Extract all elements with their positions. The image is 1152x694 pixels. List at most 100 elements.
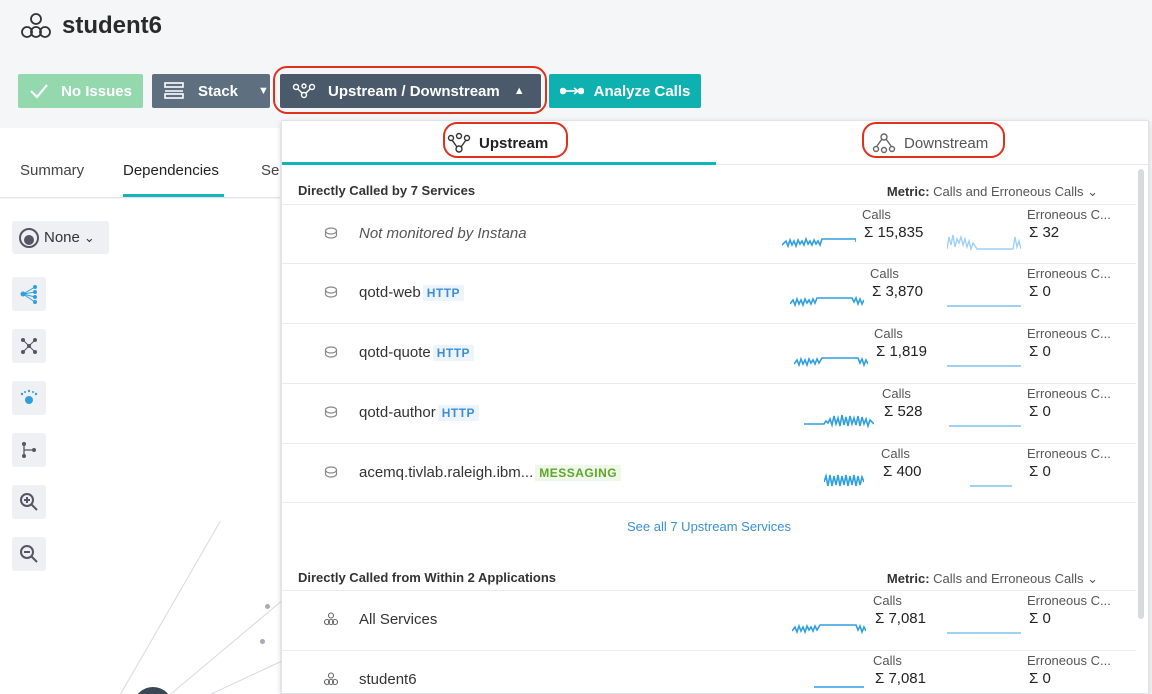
calls-label: Calls (881, 446, 910, 461)
errors-sparkline (970, 485, 1012, 487)
analyze-calls-label: Analyze Calls (593, 82, 691, 100)
caret-down-icon: ▼ (258, 85, 269, 97)
calls-sparkline (782, 236, 856, 249)
page-title: student6 (20, 12, 162, 40)
graph-edge (120, 520, 221, 694)
highlight-ring (443, 122, 568, 158)
active-tab-indicator (123, 194, 224, 197)
service-name[interactable]: qotd-quote HTTP (359, 344, 475, 361)
errors-sparkline (947, 234, 1021, 251)
service-row[interactable]: qotd-quote HTTP Calls Σ 1,819 Erroneous C… (282, 323, 1136, 383)
application-icon (324, 612, 338, 626)
errors-label: Erroneous C... (1027, 653, 1111, 668)
zoom-in-button[interactable] (12, 485, 46, 519)
calls-value: Σ 528 (884, 403, 923, 420)
zoom-out-icon (20, 545, 38, 563)
service-row[interactable]: acemq.tivlab.raleigh.ibm... MESSAGING Cal… (282, 443, 1136, 503)
focus-button[interactable] (12, 381, 46, 415)
graph-edge (170, 591, 294, 694)
errors-sparkline (947, 632, 1021, 634)
service-name-text: qotd-web (359, 284, 421, 301)
protocol-badge: HTTP (422, 285, 465, 301)
highlight-ring (273, 66, 547, 114)
chevron-down-icon: ⌄ (1087, 184, 1098, 199)
hierarchy-button[interactable] (12, 433, 46, 467)
calls-label: Calls (874, 326, 903, 341)
metric-selector-applications[interactable]: Metric: Calls and Erroneous Calls ⌄ (887, 571, 1098, 587)
service-name[interactable]: acemq.tivlab.raleigh.ibm... MESSAGING (359, 464, 622, 481)
metric-label: Metric: (886, 184, 930, 199)
metric-value: Calls and Erroneous Calls (933, 571, 1084, 586)
service-row[interactable]: qotd-author HTTP Calls Σ 528 Erroneous C.… (282, 383, 1136, 443)
stack-label: Stack (198, 82, 239, 100)
calls-label: Calls (873, 653, 902, 668)
active-tab-indicator (282, 162, 716, 165)
calls-label: Calls (873, 593, 902, 608)
header: student6 No Issues Stack ▼ Upstream / Do… (0, 0, 1152, 128)
protocol-badge: MESSAGING (535, 465, 622, 481)
layout-radial-button[interactable] (12, 277, 46, 311)
stack-icon (164, 82, 184, 99)
service-row[interactable]: qotd-web HTTP Calls Σ 3,870 Erroneous C..… (282, 263, 1136, 323)
protocol-badge: HTTP (437, 405, 480, 421)
see-all-upstream-link[interactable]: See all 7 Upstream Services (282, 519, 1136, 534)
application-row[interactable]: student6 Calls Σ 7,081 Erroneous C... Σ … (282, 650, 1136, 693)
tab-summary[interactable]: Summary (20, 162, 84, 179)
calls-label: Calls (870, 266, 899, 281)
errors-value: Σ 0 (1029, 463, 1051, 480)
metric-label: Metric: (886, 571, 930, 586)
service-icon (324, 286, 338, 298)
metric-selector[interactable]: Metric: Calls and Erroneous Calls ⌄ (887, 184, 1098, 200)
check-icon (30, 84, 48, 99)
grouping-dropdown[interactable]: None ⌄ (12, 221, 109, 254)
layout-force-button[interactable] (12, 329, 46, 363)
tab-services[interactable]: Se (261, 162, 279, 179)
application-row[interactable]: All Services Calls Σ 7,081 Erroneous C..… (282, 590, 1136, 650)
grouping-label: None (44, 229, 80, 246)
calls-sparkline (814, 686, 864, 688)
errors-label: Erroneous C... (1027, 207, 1111, 222)
application-name[interactable]: student6 (359, 671, 417, 688)
upstream-downstream-panel: Upstream Downstream Directly Called by 7… (281, 120, 1149, 694)
graph-node[interactable] (265, 604, 270, 609)
row-divider (282, 502, 1136, 503)
section-title-applications: Directly Called from Within 2 Applicatio… (298, 570, 556, 585)
graph-node[interactable] (133, 687, 173, 694)
calls-sparkline (804, 414, 874, 429)
no-issues-button[interactable]: No Issues (18, 74, 143, 108)
panel-scrollbar[interactable] (1138, 169, 1144, 619)
errors-value: Σ 0 (1029, 403, 1051, 420)
graph-node[interactable] (260, 639, 265, 644)
errors-label: Erroneous C... (1027, 266, 1111, 281)
chevron-down-icon: ⌄ (1087, 571, 1098, 586)
application-icon (324, 672, 338, 686)
service-name[interactable]: Not monitored by Instana (359, 225, 527, 242)
service-icon (324, 406, 338, 418)
service-name-text: acemq.tivlab.raleigh.ibm... (359, 464, 534, 481)
hierarchy-icon (22, 442, 36, 458)
stack-button[interactable]: Stack ▼ (152, 74, 270, 108)
analyze-calls-button[interactable]: Analyze Calls (549, 74, 701, 108)
calls-sparkline (790, 295, 864, 308)
service-row[interactable]: Not monitored by Instana Calls Σ 15,835 … (282, 204, 1136, 264)
metric-value: Calls and Erroneous Calls (933, 184, 1084, 199)
chevron-down-icon: ⌄ (83, 229, 95, 245)
calls-value: Σ 7,081 (875, 670, 926, 687)
errors-sparkline (947, 305, 1021, 307)
section-title-upstream: Directly Called by 7 Services (298, 183, 476, 198)
service-icon (324, 346, 338, 358)
errors-value: Σ 0 (1029, 670, 1051, 687)
errors-sparkline (947, 365, 1021, 367)
zoom-out-button[interactable] (12, 537, 46, 571)
application-name[interactable]: All Services (359, 611, 437, 628)
service-name[interactable]: qotd-author HTTP (359, 404, 480, 421)
errors-value: Σ 32 (1029, 224, 1060, 241)
highlight-ring (862, 122, 1005, 158)
service-name[interactable]: qotd-web HTTP (359, 284, 465, 301)
tab-divider (716, 164, 1148, 165)
service-name-text: qotd-quote (359, 344, 431, 361)
tab-dependencies[interactable]: Dependencies (123, 162, 219, 179)
force-layout-icon (21, 338, 37, 354)
grouping-icon (19, 227, 39, 248)
zoom-in-icon (20, 493, 38, 511)
